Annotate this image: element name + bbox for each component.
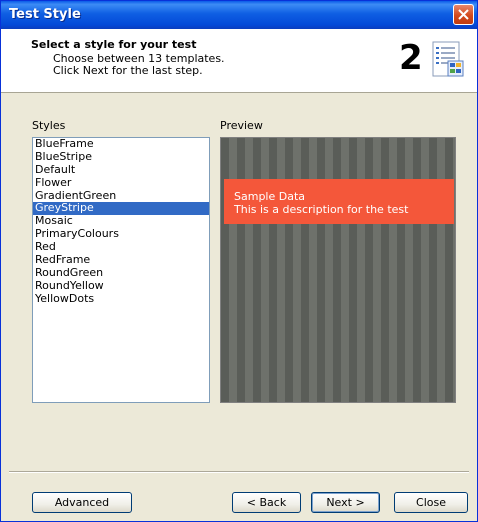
style-preview: Sample Data This is a description for th… bbox=[220, 137, 456, 403]
style-option[interactable]: RedFrame bbox=[33, 253, 209, 267]
styles-listbox[interactable]: BlueFrame BlueStripe Default Flower Gradient… bbox=[32, 137, 210, 403]
style-option[interactable]: PrimaryColours bbox=[33, 227, 209, 241]
back-button[interactable]: < Back bbox=[232, 492, 301, 513]
preview-sample-description: This is a description for the test bbox=[234, 203, 409, 216]
style-option[interactable]: BlueFrame bbox=[33, 138, 209, 151]
title-bar[interactable]: Test Style bbox=[1, 1, 477, 29]
wizard-window: Test Style Select a style for your test … bbox=[0, 0, 478, 522]
preview-banner: Sample Data This is a description for th… bbox=[224, 179, 454, 224]
style-option[interactable]: Default bbox=[33, 163, 209, 177]
window-title: Test Style bbox=[9, 7, 81, 22]
close-icon bbox=[458, 9, 469, 20]
style-option[interactable]: Flower bbox=[33, 176, 209, 190]
header-line-2: Click Next for the last step. bbox=[53, 64, 203, 77]
step-number: 2 bbox=[399, 38, 423, 78]
styles-label: Styles bbox=[32, 119, 66, 132]
close-button[interactable]: Close bbox=[394, 492, 468, 513]
style-option[interactable]: YellowDots bbox=[33, 292, 209, 306]
style-option[interactable]: RoundGreen bbox=[33, 266, 209, 280]
header-title: Select a style for your test bbox=[31, 38, 197, 51]
close-window-button[interactable] bbox=[453, 4, 474, 25]
preview-label: Preview bbox=[220, 119, 263, 132]
advanced-button[interactable]: Advanced bbox=[32, 492, 132, 513]
style-option[interactable]: RoundYellow bbox=[33, 279, 209, 293]
style-option[interactable]: BlueStripe bbox=[33, 150, 209, 164]
footer-divider bbox=[9, 471, 469, 473]
document-list-icon bbox=[432, 41, 464, 77]
next-button[interactable]: Next > bbox=[311, 492, 380, 513]
preview-sample-title: Sample Data bbox=[234, 190, 306, 203]
wizard-header: Select a style for your test Choose betw… bbox=[1, 29, 477, 93]
